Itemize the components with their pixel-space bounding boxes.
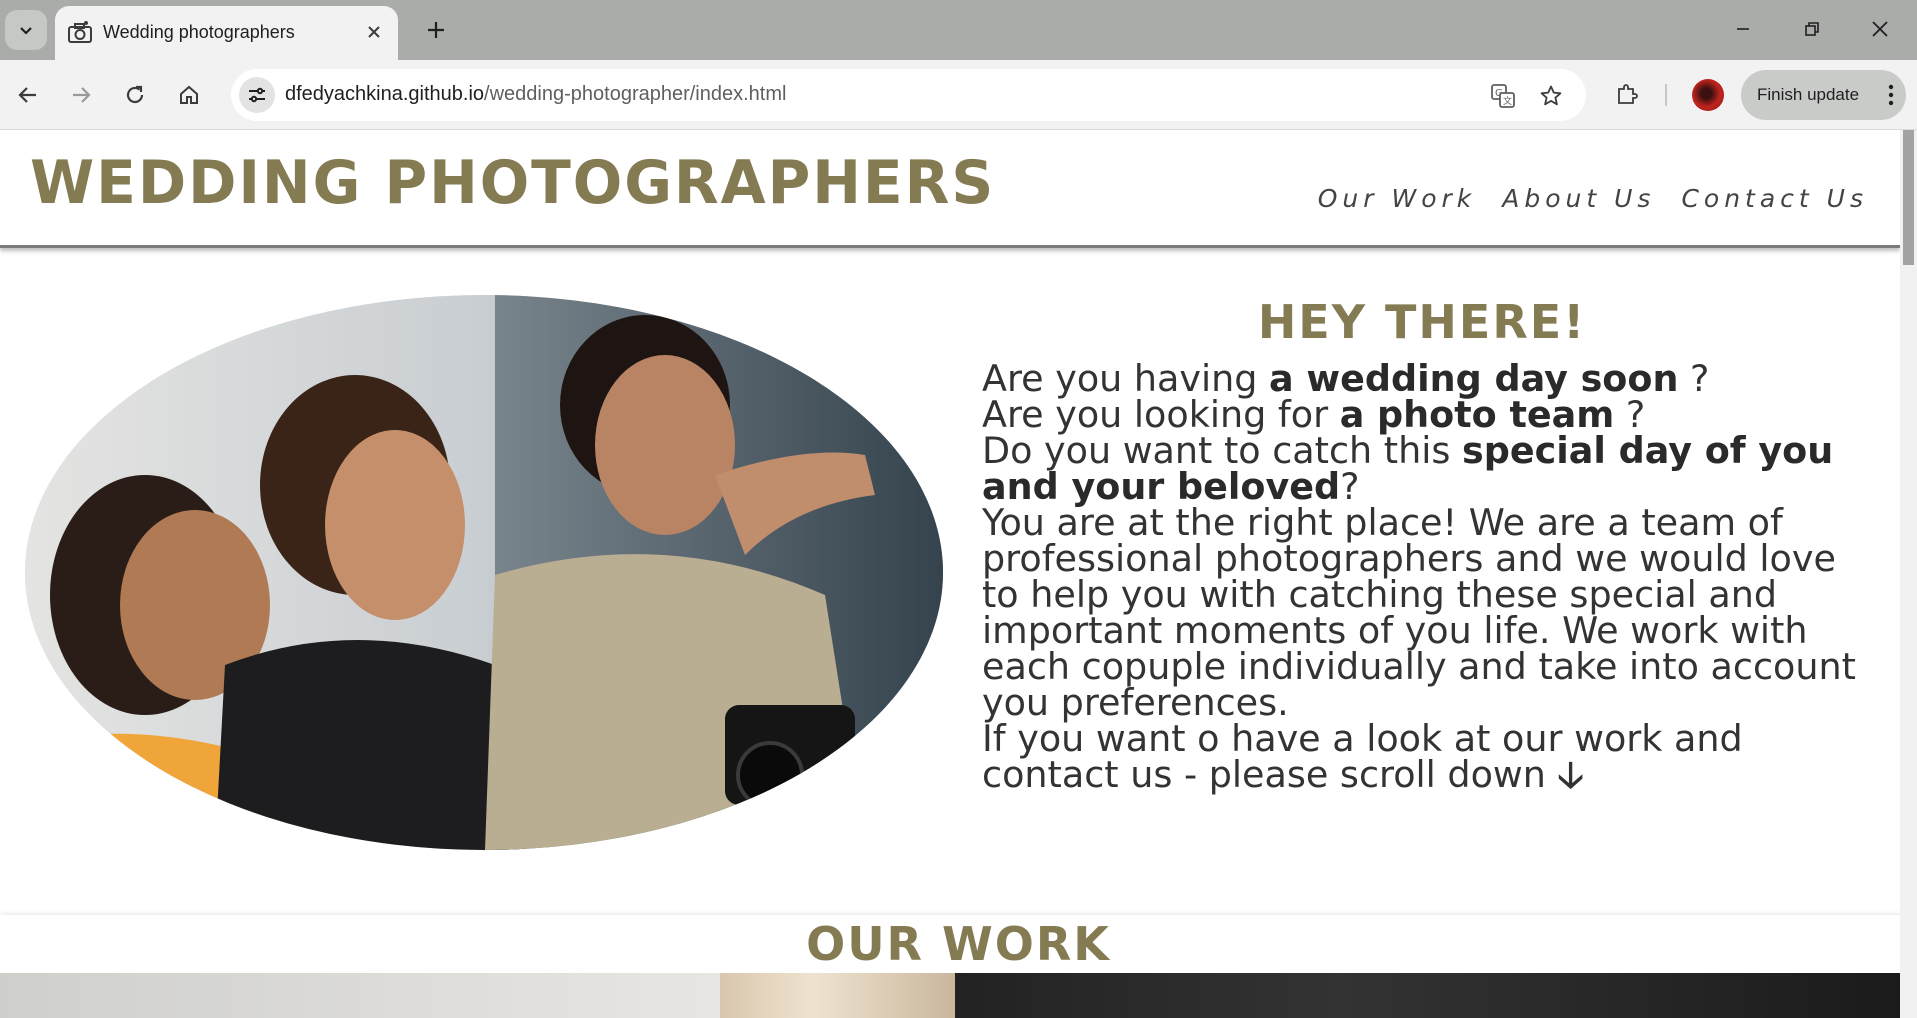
finish-update-button[interactable]: Finish update xyxy=(1741,70,1906,120)
svg-text:文: 文 xyxy=(1503,95,1512,107)
home-icon xyxy=(180,85,198,104)
our-work-heading: OUR WORK xyxy=(806,917,1111,971)
plus-icon xyxy=(428,22,444,38)
active-tab[interactable]: Wedding photographers xyxy=(55,6,398,60)
address-bar[interactable]: dfedyachkina.github.io/wedding-photograp… xyxy=(231,69,1586,121)
web-page: WEDDING PHOTOGRAPHERS Our Work About Us … xyxy=(0,130,1917,1018)
profile-avatar[interactable] xyxy=(1692,79,1724,111)
gallery-photo[interactable] xyxy=(955,973,1917,1018)
site-logo[interactable]: WEDDING PHOTOGRAPHERS xyxy=(30,148,995,218)
camera-icon xyxy=(68,21,92,43)
arrow-down-icon: 🡣 xyxy=(1557,753,1584,796)
forward-button[interactable] xyxy=(62,76,100,114)
close-window-button[interactable] xyxy=(1851,6,1909,52)
arrow-left-icon xyxy=(18,87,36,103)
browser-toolbar: dfedyachkina.github.io/wedding-photograp… xyxy=(0,60,1917,130)
work-gallery xyxy=(0,973,1917,1018)
translate-button[interactable]: G文 xyxy=(1488,81,1518,111)
extensions-button[interactable] xyxy=(1609,76,1645,112)
close-icon xyxy=(1872,21,1888,37)
tune-icon xyxy=(249,87,265,103)
star-icon xyxy=(1540,85,1562,106)
url-host: dfedyachkina.github.io xyxy=(285,83,485,105)
tab-title: Wedding photographers xyxy=(103,22,295,42)
nav-our-work[interactable]: Our Work xyxy=(1318,184,1477,213)
finish-update-label: Finish update xyxy=(1757,85,1860,104)
hero-photo xyxy=(25,295,943,850)
reload-icon xyxy=(126,85,144,104)
minimize-button[interactable] xyxy=(1714,6,1772,52)
nav-contact-us[interactable]: Contact Us xyxy=(1681,184,1868,213)
q1-end: ? xyxy=(1678,357,1710,400)
restore-icon xyxy=(1805,22,1819,36)
our-work-section: OUR WORK xyxy=(0,915,1917,973)
toolbar-divider xyxy=(1665,84,1667,106)
gallery-photo[interactable] xyxy=(720,973,955,1018)
hero-heading: HEY THERE! xyxy=(1257,295,1587,349)
reload-button[interactable] xyxy=(116,76,154,114)
puzzle-icon xyxy=(1618,84,1638,104)
back-button[interactable] xyxy=(9,76,47,114)
arrow-right-icon xyxy=(73,87,91,103)
new-tab-button[interactable] xyxy=(418,12,454,48)
url-text[interactable]: dfedyachkina.github.io/wedding-photograp… xyxy=(285,83,786,106)
restore-button[interactable] xyxy=(1783,6,1841,52)
more-vert-icon xyxy=(1888,84,1894,106)
site-header: WEDDING PHOTOGRAPHERS Our Work About Us … xyxy=(0,130,1900,248)
close-icon xyxy=(368,26,380,38)
site-info-button[interactable] xyxy=(239,77,275,113)
hero-text: HEY THERE! Are you having a wedding day … xyxy=(982,295,1862,793)
close-tab-button[interactable] xyxy=(360,18,388,46)
intro-paragraph: You are at the right place! We are a tea… xyxy=(982,501,1856,724)
url-path: /wedding-photographer/index.html xyxy=(484,83,787,105)
gallery-photo[interactable] xyxy=(0,973,720,1018)
scrollbar-thumb[interactable] xyxy=(1903,130,1914,265)
chevron-down-icon xyxy=(20,27,32,35)
nav-about-us[interactable]: About Us xyxy=(1502,184,1655,213)
photographers-photo xyxy=(25,295,943,850)
tab-search-button[interactable] xyxy=(5,10,47,50)
page-scrollbar[interactable] xyxy=(1900,130,1917,1018)
site-nav: Our Work About Us Contact Us xyxy=(1318,184,1868,213)
minimize-icon xyxy=(1737,28,1749,30)
tab-strip: Wedding photographers xyxy=(0,0,1917,60)
bookmark-button[interactable] xyxy=(1536,81,1566,111)
closing-text: If you want o have a look at our work an… xyxy=(982,717,1743,796)
home-button[interactable] xyxy=(170,76,208,114)
hero-body: Are you having a wedding day soon ? Are … xyxy=(982,360,1862,796)
translate-icon: G文 xyxy=(1491,84,1515,108)
